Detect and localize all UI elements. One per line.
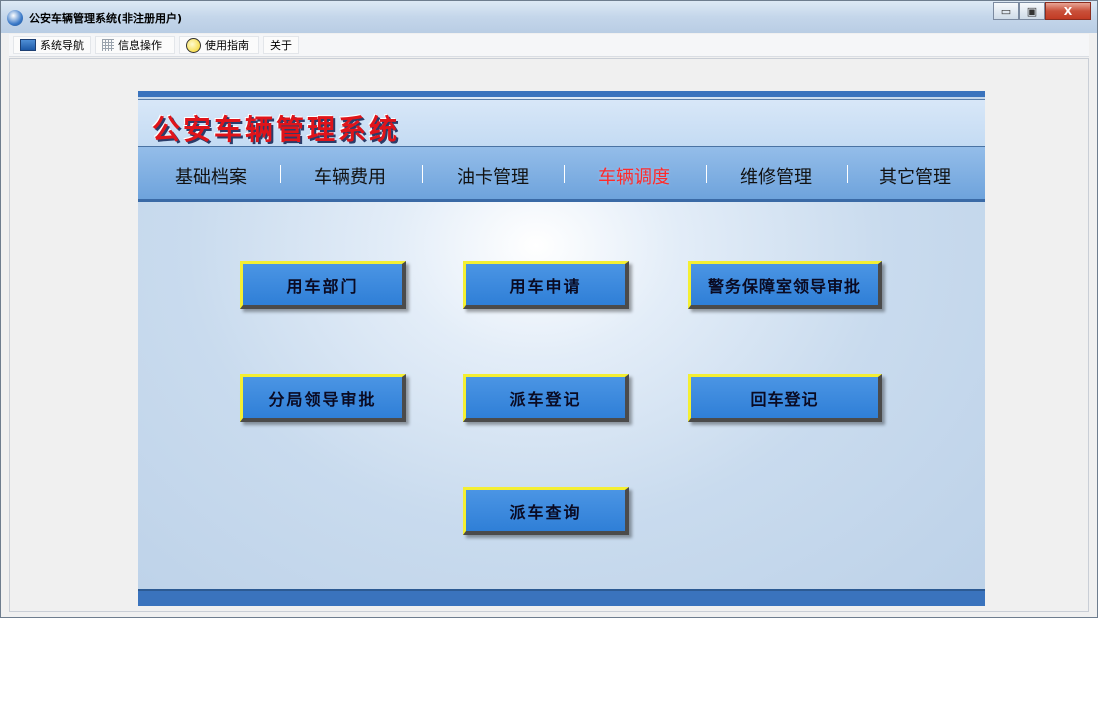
main-panel: 公安车辆管理系统 基础档案 车辆费用 油卡管理 车辆调度 维修管理 其它管理 用… [138, 91, 985, 606]
vehicle-department-button[interactable]: 用车部门 [240, 261, 406, 309]
menu-item-label: 使用指南 [205, 39, 249, 52]
restore-button[interactable]: ▣ [1019, 2, 1045, 20]
nav-item-basic-archives[interactable]: 基础档案 [175, 163, 247, 189]
nav-item-vehicle-dispatch[interactable]: 车辆调度 [598, 163, 670, 189]
return-register-button[interactable]: 回车登记 [688, 374, 882, 422]
header-banner: 公安车辆管理系统 [138, 99, 985, 146]
nav-item-vehicle-costs[interactable]: 车辆费用 [314, 163, 386, 189]
vehicle-request-button[interactable]: 用车申请 [463, 261, 629, 309]
close-icon: X [1063, 4, 1073, 18]
menu-item-about[interactable]: 关于 [263, 36, 299, 54]
title-bar[interactable]: 公安车辆管理系统(非注册用户) ▭ ▣ X [1, 1, 1097, 33]
menu-item-label: 关于 [270, 39, 292, 52]
nav-item-other[interactable]: 其它管理 [879, 163, 951, 189]
window-controls: ▭ ▣ X [993, 2, 1091, 20]
dispatch-query-button[interactable]: 派车查询 [463, 487, 629, 535]
category-nav: 基础档案 车辆费用 油卡管理 车辆调度 维修管理 其它管理 [138, 146, 985, 202]
grid-icon [102, 39, 114, 51]
lightbulb-icon [186, 37, 201, 53]
menu-item-info-ops[interactable]: 信息操作 [95, 36, 175, 54]
dispatch-register-button[interactable]: 派车登记 [463, 374, 629, 422]
bottom-bar [138, 589, 985, 606]
nav-separator [422, 165, 423, 183]
nav-separator [564, 165, 565, 183]
branch-leader-approval-button[interactable]: 分局领导审批 [240, 374, 406, 422]
menu-item-user-guide[interactable]: 使用指南 [179, 36, 259, 54]
minimize-icon: ▭ [1000, 4, 1012, 18]
nav-separator [280, 165, 281, 183]
nav-item-fuel-card[interactable]: 油卡管理 [457, 163, 529, 189]
menu-bar: 系统导航 信息操作 使用指南 关于 [9, 34, 1089, 57]
main-window: 公安车辆管理系统(非注册用户) ▭ ▣ X 系统导航 信息操作 使用指南 关于 … [0, 0, 1098, 618]
window-title: 公安车辆管理系统(非注册用户) [29, 12, 183, 25]
menu-item-system-nav[interactable]: 系统导航 [13, 36, 91, 54]
minimize-button[interactable]: ▭ [993, 2, 1019, 20]
menu-item-label: 系统导航 [40, 39, 84, 52]
police-support-approval-button[interactable]: 警务保障室领导审批 [688, 261, 882, 309]
nav-separator [847, 165, 848, 183]
system-logo-text: 公安车辆管理系统 [152, 113, 401, 146]
monitor-icon [20, 39, 36, 51]
restore-icon: ▣ [1026, 4, 1038, 18]
nav-separator [706, 165, 707, 183]
top-stripe [138, 91, 985, 97]
app-logo-icon [7, 10, 23, 26]
nav-item-maintenance[interactable]: 维修管理 [740, 163, 812, 189]
close-button[interactable]: X [1045, 2, 1091, 20]
menu-item-label: 信息操作 [118, 39, 162, 52]
